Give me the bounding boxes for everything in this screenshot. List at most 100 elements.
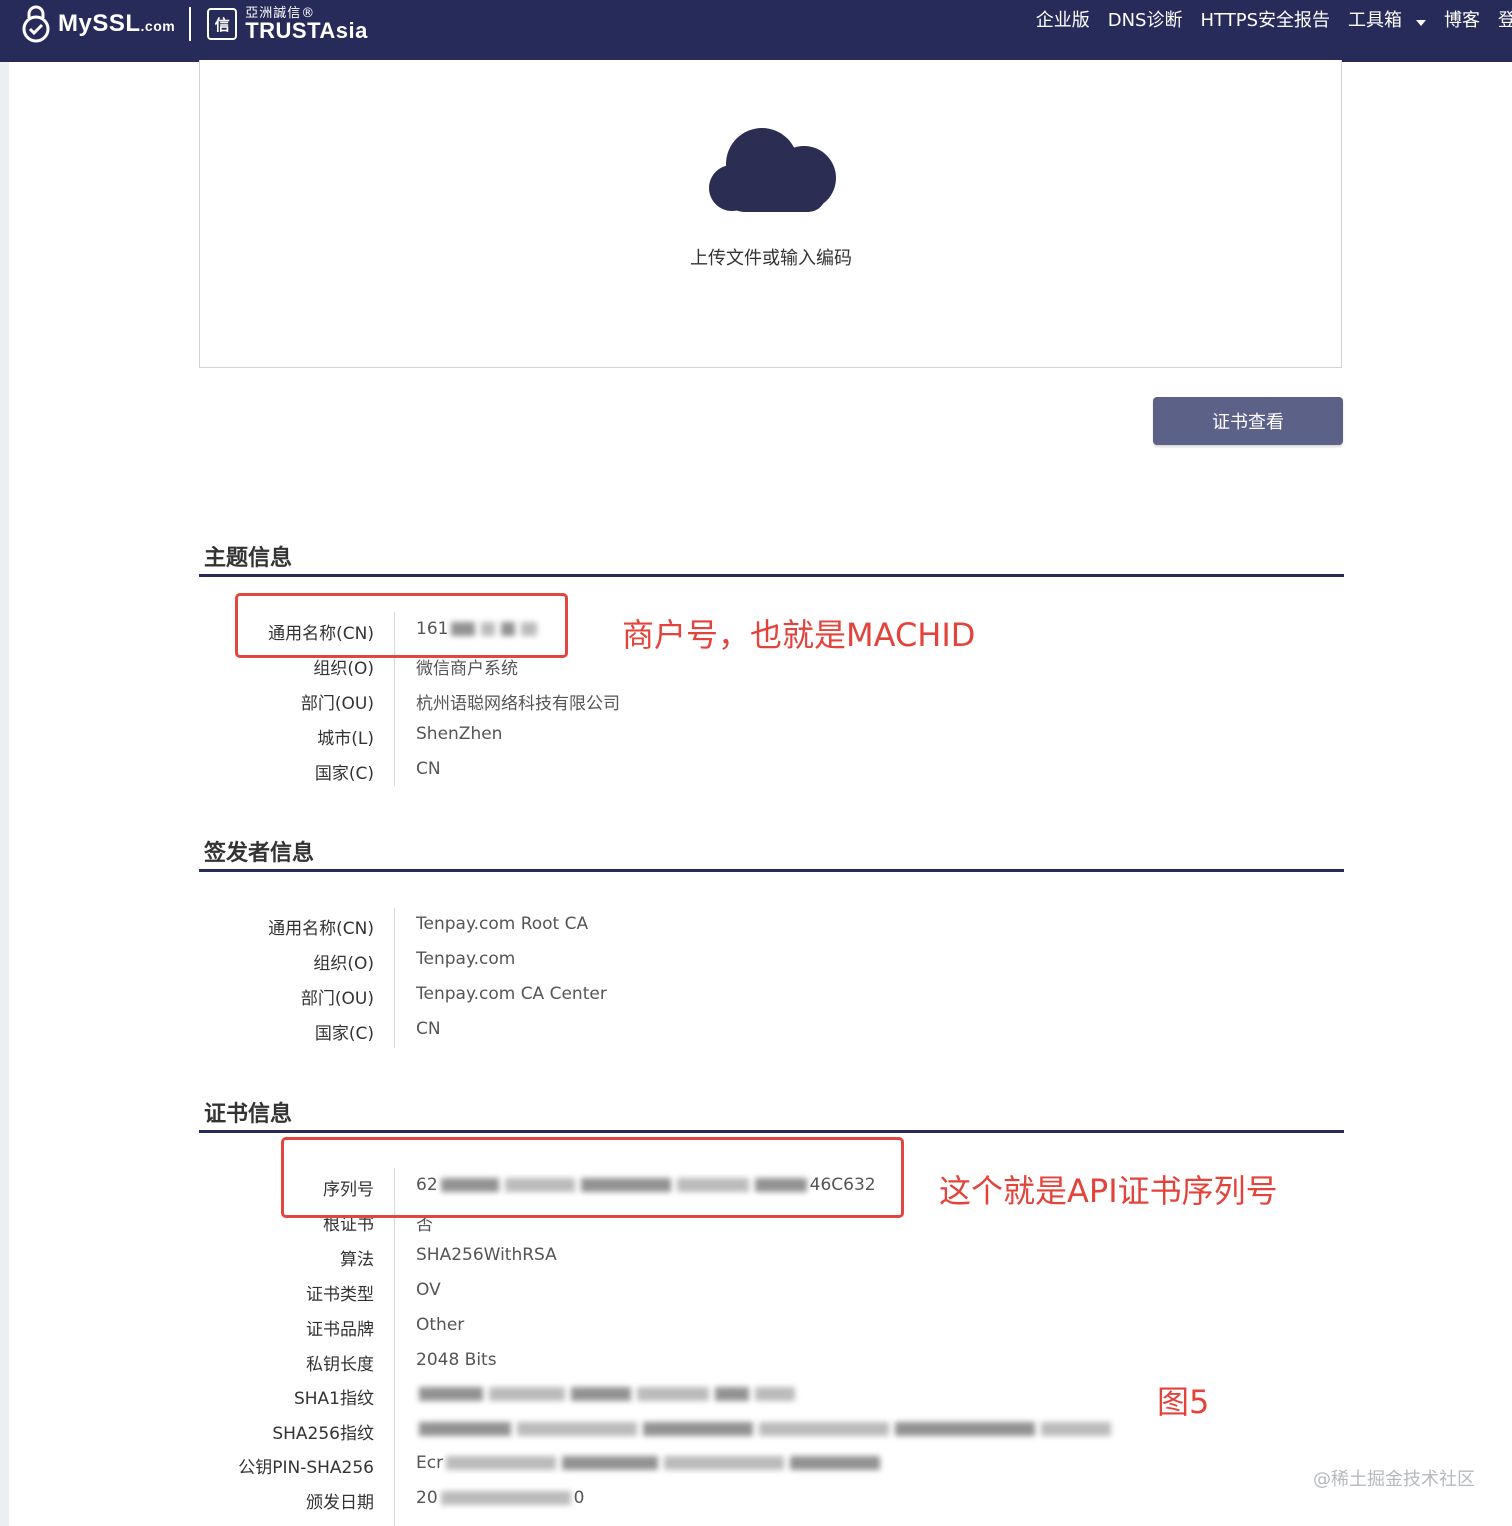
- cert-sha256-value: [416, 1419, 1114, 1439]
- cert-pin-value: Ecr: [416, 1453, 883, 1473]
- subject-l-label: 城市(L): [317, 729, 374, 749]
- pin-visible-prefix: Ecr: [416, 1453, 444, 1473]
- merchant-id-annotation: 商户号，也就是MACHID: [622, 616, 976, 654]
- cert-row-issue-date: 颁发日期 20 0: [0, 1488, 1512, 1523]
- cert-row-algorithm: 算法 SHA256WithRSA: [0, 1245, 1512, 1280]
- redaction: [759, 1422, 889, 1436]
- redaction: [419, 1422, 511, 1436]
- trustasia-wordmark: 亞洲誠信® TRUSTAsia: [245, 7, 368, 42]
- trustasia-badge-icon: 信: [207, 8, 238, 40]
- redaction: [895, 1422, 1035, 1436]
- issuer-row-o: 组织(O) Tenpay.com: [0, 949, 1512, 984]
- subject-divider: [199, 574, 1344, 577]
- padlock-icon: [22, 5, 50, 43]
- cert-keylength-label: 私钥长度: [306, 1355, 374, 1375]
- logo-divider: [189, 7, 192, 41]
- cloud-upload-icon: [709, 128, 836, 212]
- subject-ou-value: 杭州语聪网络科技有限公司: [416, 694, 620, 714]
- upload-dropzone[interactable]: [199, 60, 1342, 368]
- redaction: [715, 1387, 749, 1401]
- serial-number-annotation: 这个就是API证书序列号: [939, 1172, 1278, 1210]
- issuer-row-c: 国家(C) CN: [0, 1019, 1512, 1054]
- issuer-cn-label: 通用名称(CN): [268, 919, 374, 939]
- issuer-o-value: Tenpay.com: [416, 949, 516, 969]
- trustasia-en: TRUSTAsia: [245, 17, 368, 43]
- cert-row-sha1: SHA1指纹: [0, 1384, 1512, 1419]
- nav-login[interactable]: 登: [1498, 6, 1512, 32]
- redaction: [755, 1387, 795, 1401]
- watermark: @稀土掘金技术社区: [1313, 1469, 1475, 1490]
- top-navbar: MySSL.com 信 亞洲誠信® TRUSTAsia 企业版 DNS诊断 HT…: [0, 0, 1512, 62]
- cert-row-type: 证书类型 OV: [0, 1280, 1512, 1315]
- logo-suffix: .com: [140, 18, 176, 34]
- redaction: [489, 1387, 565, 1401]
- redaction: [790, 1456, 881, 1470]
- cert-type-value: OV: [416, 1280, 441, 1300]
- issuer-ou-value: Tenpay.com CA Center: [416, 984, 607, 1004]
- cert-sha1-label: SHA1指纹: [293, 1389, 374, 1409]
- subject-info-title: 主题信息: [204, 546, 293, 571]
- issuer-row-cn: 通用名称(CN) Tenpay.com Root CA: [0, 914, 1512, 949]
- cert-sha1-value: [416, 1384, 798, 1404]
- subject-ou-label: 部门(OU): [300, 694, 374, 714]
- upload-label: 上传文件或输入编码: [690, 248, 852, 269]
- cert-divider: [199, 1130, 1344, 1133]
- issuer-o-label: 组织(O): [313, 954, 374, 974]
- myssl-logo[interactable]: MySSL.com 信 亞洲誠信® TRUSTAsia: [20, 2, 368, 46]
- cert-keylength-value: 2048 Bits: [416, 1350, 497, 1370]
- figure-label: 图5: [1157, 1383, 1210, 1421]
- cert-row-keylength: 私钥长度 2048 Bits: [0, 1350, 1512, 1385]
- redaction: [562, 1456, 659, 1470]
- redaction: [440, 1491, 571, 1505]
- redaction: [664, 1456, 785, 1470]
- nav-menu: 企业版 DNS诊断 HTTPS安全报告 工具箱 博客 登: [1018, 6, 1512, 32]
- subject-row-o: 组织(O) 微信商户系统: [0, 654, 1512, 689]
- partner-badge: 信: [214, 15, 230, 34]
- myssl-wordmark: MySSL.com: [58, 10, 175, 38]
- redaction: [643, 1422, 753, 1436]
- cert-algorithm-label: 算法: [340, 1250, 374, 1270]
- cert-issue-date-label: 颁发日期: [306, 1493, 374, 1513]
- redaction: [637, 1387, 709, 1401]
- nav-enterprise[interactable]: 企业版: [1036, 6, 1090, 32]
- nav-toolbox[interactable]: 工具箱: [1348, 6, 1426, 32]
- cert-issue-date-value: 20 0: [416, 1488, 584, 1508]
- nav-toolbox-label: 工具箱: [1348, 10, 1402, 31]
- view-certificate-button[interactable]: 证书查看: [1153, 397, 1343, 445]
- redaction: [419, 1387, 483, 1401]
- redaction: [571, 1387, 631, 1401]
- issuer-cn-value: Tenpay.com Root CA: [416, 914, 589, 934]
- issuer-info-title: 签发者信息: [204, 841, 315, 866]
- issuer-c-value: CN: [416, 1019, 441, 1039]
- cert-info-title: 证书信息: [204, 1102, 293, 1127]
- cert-type-label: 证书类型: [306, 1285, 374, 1305]
- issue-date-visible-suffix: 0: [573, 1488, 585, 1508]
- nav-blog[interactable]: 博客: [1444, 6, 1480, 32]
- issue-date-visible-prefix: 20: [416, 1488, 438, 1508]
- nav-https-report[interactable]: HTTPS安全报告: [1201, 6, 1331, 32]
- merchant-id-highlight-box: [235, 593, 568, 658]
- cert-sha256-label: SHA256指纹: [272, 1424, 374, 1444]
- subject-row-c: 国家(C) CN: [0, 759, 1512, 794]
- subject-c-label: 国家(C): [314, 764, 374, 784]
- subject-l-value: ShenZhen: [416, 724, 503, 744]
- cert-brand-label: 证书品牌: [306, 1320, 374, 1340]
- cert-row-pin: 公钥PIN-SHA256 Ecr: [0, 1453, 1512, 1488]
- serial-number-highlight-box: [281, 1137, 904, 1218]
- subject-row-ou: 部门(OU) 杭州语聪网络科技有限公司: [0, 689, 1512, 724]
- redaction: [517, 1422, 637, 1436]
- issuer-row-ou: 部门(OU) Tenpay.com CA Center: [0, 984, 1512, 1019]
- cert-algorithm-value: SHA256WithRSA: [416, 1245, 557, 1265]
- logo-mark: MySSL: [58, 10, 141, 37]
- cert-row-brand: 证书品牌 Other: [0, 1315, 1512, 1350]
- subject-row-l: 城市(L) ShenZhen: [0, 724, 1512, 759]
- subject-c-value: CN: [416, 759, 441, 779]
- nav-dns-diagnosis[interactable]: DNS诊断: [1108, 6, 1183, 32]
- issuer-ou-label: 部门(OU): [300, 989, 374, 1009]
- issuer-c-label: 国家(C): [314, 1024, 374, 1044]
- cert-row-sha256: SHA256指纹: [0, 1419, 1512, 1454]
- cert-pin-label: 公钥PIN-SHA256: [238, 1458, 374, 1478]
- cert-brand-value: Other: [416, 1315, 465, 1335]
- redaction: [446, 1456, 557, 1470]
- redaction: [1041, 1422, 1111, 1436]
